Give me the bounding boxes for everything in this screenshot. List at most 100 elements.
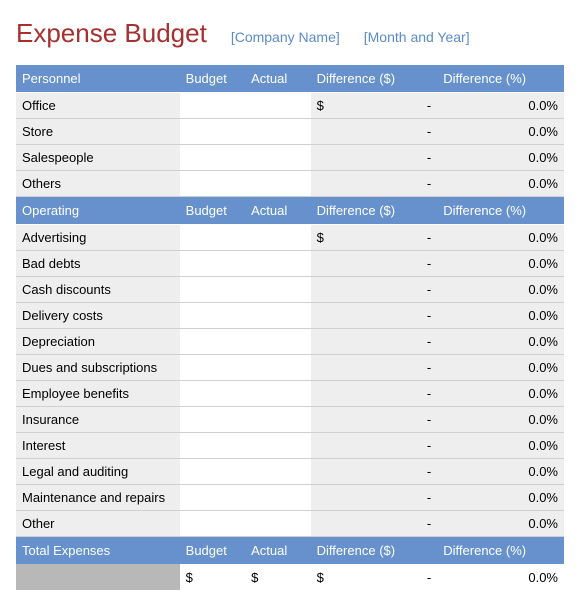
cell-budget[interactable]	[180, 511, 245, 537]
cell-diff-percent: 0.0%	[437, 459, 564, 485]
col-budget: Budget	[180, 537, 245, 565]
cell-actual[interactable]	[245, 93, 310, 119]
cell-diff-percent: 0.0%	[437, 277, 564, 303]
cell-diff-percent: 0.0%	[437, 355, 564, 381]
cell-diff-percent: 0.0%	[437, 171, 564, 197]
total-spacer	[16, 564, 180, 590]
section-header: PersonnelBudgetActualDifference ($)Diffe…	[16, 65, 564, 93]
cell-diff-dollar: -	[311, 303, 438, 329]
cell-budget[interactable]	[180, 459, 245, 485]
cell-actual[interactable]	[245, 407, 310, 433]
cell-actual[interactable]	[245, 277, 310, 303]
month-year-placeholder[interactable]: [Month and Year]	[364, 29, 470, 45]
cell-budget[interactable]	[180, 225, 245, 251]
table-row: Store -0.0%	[16, 119, 564, 145]
row-label: Store	[16, 119, 180, 145]
cell-actual[interactable]	[245, 251, 310, 277]
table-row: Other -0.0%	[16, 511, 564, 537]
cell-diff-dollar: $-	[311, 93, 438, 119]
cell-diff-percent: 0.0%	[437, 93, 564, 119]
col-budget: Budget	[180, 197, 245, 225]
total-row: $$$-0.0%	[16, 564, 564, 590]
cell-budget[interactable]	[180, 485, 245, 511]
cell-budget[interactable]	[180, 381, 245, 407]
col-actual: Actual	[245, 197, 310, 225]
cell-diff-dollar: -	[311, 329, 438, 355]
cell-actual[interactable]	[245, 511, 310, 537]
cell-budget[interactable]	[180, 407, 245, 433]
cell-actual[interactable]	[245, 459, 310, 485]
cell-budget[interactable]	[180, 329, 245, 355]
table-row: Office$-0.0%	[16, 93, 564, 119]
cell-budget[interactable]	[180, 433, 245, 459]
row-label: Other	[16, 511, 180, 537]
cell-diff-percent: 0.0%	[437, 145, 564, 171]
title-row: Expense Budget [Company Name] [Month and…	[16, 18, 564, 49]
cell-actual[interactable]	[245, 119, 310, 145]
cell-diff-percent: 0.0%	[437, 407, 564, 433]
cell-diff-dollar: -	[311, 119, 438, 145]
row-label: Interest	[16, 433, 180, 459]
cell-diff-dollar: -	[311, 433, 438, 459]
cell-diff-percent: 0.0%	[437, 433, 564, 459]
cell-diff-dollar: -	[311, 277, 438, 303]
cell-actual[interactable]	[245, 145, 310, 171]
cell-diff-dollar: -	[311, 511, 438, 537]
total-header: Total ExpensesBudgetActualDifference ($)…	[16, 537, 564, 565]
cell-diff-percent: 0.0%	[437, 381, 564, 407]
cell-actual[interactable]	[245, 485, 310, 511]
section-name: Operating	[16, 197, 180, 225]
cell-budget[interactable]	[180, 145, 245, 171]
cell-budget[interactable]	[180, 171, 245, 197]
row-label: Insurance	[16, 407, 180, 433]
cell-diff-dollar: $-	[311, 225, 438, 251]
cell-budget[interactable]	[180, 93, 245, 119]
table-row: Salespeople -0.0%	[16, 145, 564, 171]
cell-diff-dollar: -	[311, 485, 438, 511]
col-diff-percent: Difference (%)	[437, 537, 564, 565]
row-label: Salespeople	[16, 145, 180, 171]
company-name-placeholder[interactable]: [Company Name]	[231, 29, 340, 45]
row-label: Delivery costs	[16, 303, 180, 329]
section-header: OperatingBudgetActualDifference ($)Diffe…	[16, 197, 564, 225]
cell-budget[interactable]	[180, 303, 245, 329]
cell-diff-percent: 0.0%	[437, 511, 564, 537]
cell-diff-dollar: -	[311, 407, 438, 433]
cell-actual[interactable]	[245, 171, 310, 197]
cell-diff-percent: 0.0%	[437, 251, 564, 277]
row-label: Employee benefits	[16, 381, 180, 407]
cell-diff-percent: 0.0%	[437, 119, 564, 145]
cell-actual[interactable]	[245, 381, 310, 407]
cell-diff-dollar: -	[311, 145, 438, 171]
section-name: Personnel	[16, 65, 180, 93]
cell-budget[interactable]	[180, 251, 245, 277]
total-actual: $	[245, 564, 310, 590]
cell-actual[interactable]	[245, 303, 310, 329]
cell-actual[interactable]	[245, 355, 310, 381]
cell-diff-dollar: -	[311, 459, 438, 485]
cell-actual[interactable]	[245, 433, 310, 459]
table-row: Legal and auditing -0.0%	[16, 459, 564, 485]
col-actual: Actual	[245, 537, 310, 565]
col-diff-percent: Difference (%)	[437, 197, 564, 225]
cell-diff-dollar: -	[311, 381, 438, 407]
cell-diff-percent: 0.0%	[437, 329, 564, 355]
cell-budget[interactable]	[180, 355, 245, 381]
cell-budget[interactable]	[180, 119, 245, 145]
table-row: Advertising$-0.0%	[16, 225, 564, 251]
cell-actual[interactable]	[245, 225, 310, 251]
cell-actual[interactable]	[245, 329, 310, 355]
total-budget: $	[180, 564, 245, 590]
table-row: Maintenance and repairs-0.0%	[16, 485, 564, 511]
table-row: Delivery costs-0.0%	[16, 303, 564, 329]
table-row: Interest -0.0%	[16, 433, 564, 459]
row-label: Advertising	[16, 225, 180, 251]
cell-budget[interactable]	[180, 277, 245, 303]
row-label: Legal and auditing	[16, 459, 180, 485]
total-diff-percent: 0.0%	[437, 564, 564, 590]
table-row: Employee benefits -0.0%	[16, 381, 564, 407]
cell-diff-percent: 0.0%	[437, 485, 564, 511]
row-label: Bad debts	[16, 251, 180, 277]
total-label: Total Expenses	[16, 537, 180, 565]
table-row: Depreciation-0.0%	[16, 329, 564, 355]
